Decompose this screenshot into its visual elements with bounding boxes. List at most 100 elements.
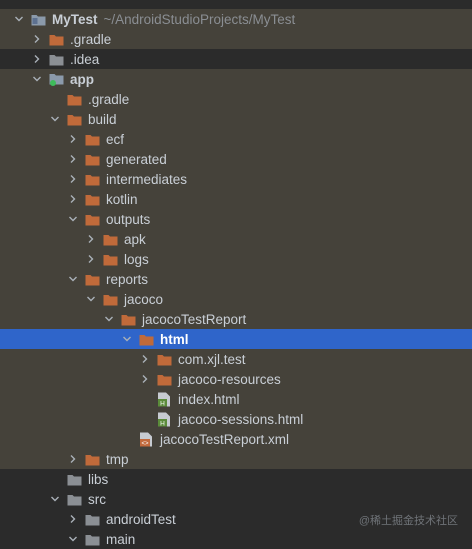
folder-icon xyxy=(66,89,82,109)
folder-icon xyxy=(102,229,118,249)
folder-icon xyxy=(66,469,82,489)
tree-row-app[interactable]: app xyxy=(0,69,472,89)
project-tree: MyTest ~/AndroidStudioProjects/MyTest .gra… xyxy=(0,0,472,547)
folder-icon xyxy=(66,489,82,509)
xml-file-icon: <> xyxy=(138,429,154,449)
tree-row-html[interactable]: html xyxy=(0,329,472,349)
folder-icon xyxy=(84,209,100,229)
tree-item-label: app xyxy=(70,71,95,87)
chevron-down-icon[interactable] xyxy=(30,69,44,89)
tree-row-logs[interactable]: logs xyxy=(0,249,472,269)
tree-item-label: index.html xyxy=(178,391,240,407)
tree-item-label: ecf xyxy=(106,131,125,147)
tree-row-ecf[interactable]: ecf xyxy=(0,129,472,149)
folder-icon xyxy=(84,169,100,189)
chevron-right-icon[interactable] xyxy=(84,229,98,249)
folder-icon xyxy=(84,189,100,209)
tree-row-com-xjl-test[interactable]: com.xjl.test xyxy=(0,349,472,369)
tree-row-main[interactable]: main xyxy=(0,529,472,549)
tree-item-label: jacoco-sessions.html xyxy=(178,411,304,427)
folder-icon xyxy=(84,449,100,469)
chevron-down-icon[interactable] xyxy=(48,489,62,509)
tree-item-label: .gradle xyxy=(88,91,130,107)
chevron-right-icon[interactable] xyxy=(66,509,80,529)
tree-item-label: .gradle xyxy=(70,31,112,47)
chevron-right-icon[interactable] xyxy=(66,449,80,469)
tree-row-build[interactable]: build xyxy=(0,109,472,129)
folder-icon xyxy=(120,309,136,329)
chevron-right-icon[interactable] xyxy=(138,349,152,369)
folder-icon xyxy=(84,529,100,549)
tree-row-intermediates[interactable]: intermediates xyxy=(0,169,472,189)
tree-item-label: outputs xyxy=(106,211,151,227)
chevron-down-icon[interactable] xyxy=(66,269,80,289)
tree-item-label: com.xjl.test xyxy=(178,351,246,367)
tree-row-apk[interactable]: apk xyxy=(0,229,472,249)
module-icon xyxy=(48,69,64,89)
folder-icon xyxy=(102,249,118,269)
tree-row-mytest[interactable]: MyTest ~/AndroidStudioProjects/MyTest xyxy=(0,9,472,29)
folder-icon xyxy=(84,269,100,289)
tree-item-label: logs xyxy=(124,251,149,267)
tree-item-label: generated xyxy=(106,151,167,167)
tree-row-jacocotestreport[interactable]: jacocoTestReport xyxy=(0,309,472,329)
tree-item-label: main xyxy=(106,531,136,547)
tree-item-label: androidTest xyxy=(106,511,176,527)
tree-item-label: apk xyxy=(124,231,146,247)
chevron-down-icon[interactable] xyxy=(66,209,80,229)
chevron-right-icon[interactable] xyxy=(138,369,152,389)
tree-row-jacoco[interactable]: jacoco xyxy=(0,289,472,309)
project-path-hint: ~/AndroidStudioProjects/MyTest xyxy=(103,11,296,27)
folder-icon xyxy=(156,349,172,369)
watermark: @稀土掘金技术社区 xyxy=(358,515,458,527)
chevron-right-icon[interactable] xyxy=(66,129,80,149)
tree-item-label: tmp xyxy=(106,451,129,467)
chevron-right-icon[interactable] xyxy=(66,189,80,209)
folder-icon xyxy=(138,329,154,349)
html-file-icon: H xyxy=(156,409,172,429)
tree-item-label: html xyxy=(160,331,189,347)
svg-text:<>: <> xyxy=(141,441,149,447)
tree-row-jacoco-sessions-html[interactable]: Hjacoco-sessions.html xyxy=(0,409,472,429)
chevron-down-icon[interactable] xyxy=(84,289,98,309)
tree-item-label: libs xyxy=(88,471,109,487)
tree-item-label: jacocoTestReport.xml xyxy=(160,431,290,447)
tree-row-gradle[interactable]: .gradle xyxy=(0,89,472,109)
chevron-down-icon[interactable] xyxy=(12,9,26,29)
chevron-down-icon[interactable] xyxy=(120,329,134,349)
chevron-down-icon[interactable] xyxy=(66,529,80,549)
project-icon xyxy=(30,9,46,29)
tree-row-libs[interactable]: libs xyxy=(0,469,472,489)
tree-row-index-html[interactable]: Hindex.html xyxy=(0,389,472,409)
tree-item-label: jacocoTestReport xyxy=(142,311,247,327)
tree-row-generated[interactable]: generated xyxy=(0,149,472,169)
chevron-right-icon[interactable] xyxy=(84,249,98,269)
tree-item-label: jacoco xyxy=(124,291,164,307)
tree-row-jacocotestreport-xml[interactable]: <> jacocoTestReport.xml xyxy=(0,429,472,449)
chevron-right-icon[interactable] xyxy=(30,29,44,49)
folder-icon xyxy=(66,109,82,129)
svg-text:H: H xyxy=(160,420,165,427)
chevron-right-icon[interactable] xyxy=(66,149,80,169)
folder-icon xyxy=(156,369,172,389)
tree-item-label: jacoco-resources xyxy=(178,371,281,387)
folder-icon xyxy=(84,149,100,169)
chevron-down-icon[interactable] xyxy=(48,109,62,129)
tree-item-label: kotlin xyxy=(106,191,138,207)
tree-row-reports[interactable]: reports xyxy=(0,269,472,289)
tree-row-idea[interactable]: .idea xyxy=(0,49,472,69)
chevron-down-icon[interactable] xyxy=(102,309,116,329)
tree-row-jacoco-resources[interactable]: jacoco-resources xyxy=(0,369,472,389)
chevron-right-icon[interactable] xyxy=(66,169,80,189)
chevron-right-icon[interactable] xyxy=(30,49,44,69)
tree-row-kotlin[interactable]: kotlin xyxy=(0,189,472,209)
tree-row-tmp[interactable]: tmp xyxy=(0,449,472,469)
tree-row-outputs[interactable]: outputs xyxy=(0,209,472,229)
tree-row-gradle[interactable]: .gradle xyxy=(0,29,472,49)
tree-row-src[interactable]: src xyxy=(0,489,472,509)
